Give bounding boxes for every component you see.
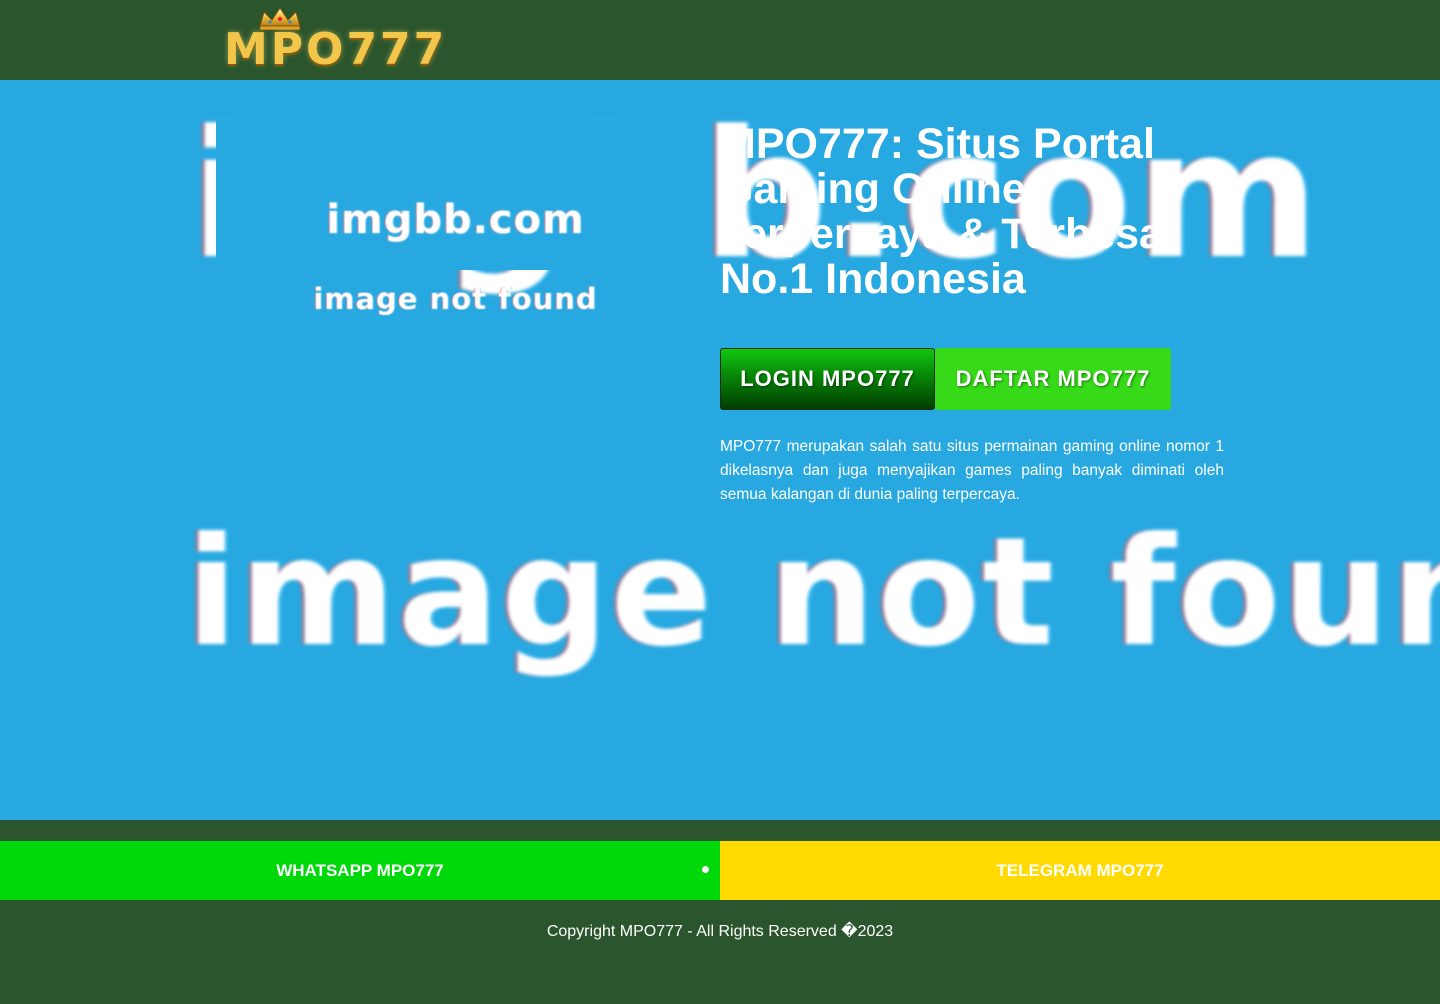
hero-image-placeholder: [216, 120, 695, 270]
telegram-button[interactable]: TELEGRAM MPO777: [720, 841, 1440, 900]
page-title: MPO777: Situs Portal Gaming Online Terpe…: [720, 120, 1180, 303]
whatsapp-button[interactable]: WHATSAPP MPO777: [0, 841, 720, 900]
register-button[interactable]: DAFTAR MPO777: [935, 348, 1171, 410]
broken-image-watermark-bottom: image not found: [186, 506, 1440, 680]
logo-text: MPO777: [224, 24, 448, 75]
hero-section: imgbb.com image not found imgbb.com imag…: [0, 80, 1440, 820]
copyright-text: Copyright MPO777 - All Rights Reserved �…: [546, 923, 894, 940]
login-button[interactable]: LOGIN MPO777: [720, 348, 935, 410]
site-logo[interactable]: MPO777: [216, 6, 444, 76]
hero-description: MPO777 merupakan salah satu situs permai…: [720, 438, 1224, 503]
broken-image-label-site: imgbb.com: [326, 197, 585, 243]
site-header: MPO777: [0, 0, 1440, 80]
broken-image-label-notfound: image not found: [313, 282, 598, 316]
list-bullet-icon: [702, 866, 709, 873]
